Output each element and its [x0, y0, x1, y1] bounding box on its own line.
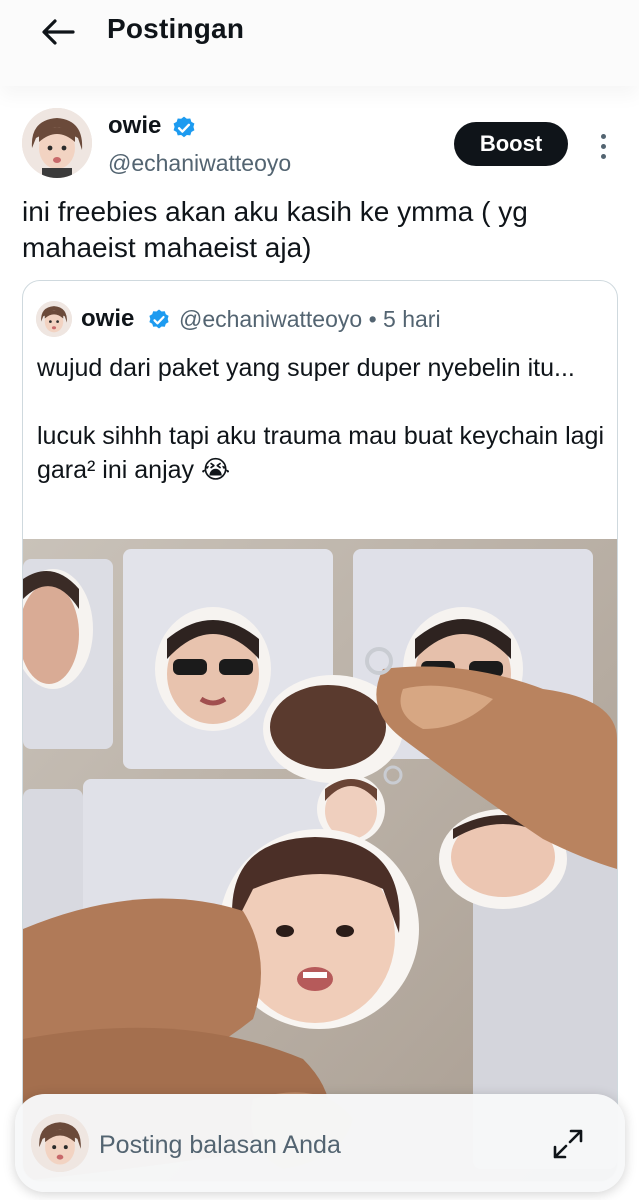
back-button[interactable] [30, 12, 86, 52]
page-title: Postingan [107, 13, 245, 44]
boost-button[interactable]: Boost [454, 122, 568, 166]
expand-composer-button[interactable] [548, 1124, 588, 1164]
expand-icon [553, 1129, 583, 1159]
quoted-author-avatar [36, 301, 72, 337]
author-name[interactable]: owie [108, 112, 161, 140]
author-avatar[interactable] [22, 108, 92, 178]
quoted-post-photo[interactable] [23, 539, 617, 1181]
meta-separator: • [368, 306, 377, 332]
verified-badge-icon [173, 116, 195, 138]
reply-input[interactable] [97, 1124, 521, 1166]
author-handle[interactable]: @echaniwatteoyo [108, 150, 291, 177]
quoted-post-card[interactable]: owie @echaniwatteoyo • 5 hari wujud dari… [22, 280, 618, 1182]
current-user-avatar [31, 1114, 89, 1172]
more-options-button[interactable] [590, 128, 616, 164]
quoted-author-meta: @echaniwatteoyo • 5 hari [179, 306, 441, 333]
reply-composer[interactable] [15, 1094, 625, 1192]
verified-badge-icon [149, 309, 169, 329]
quoted-author-handle: @echaniwatteoyo [179, 306, 363, 332]
top-app-bar: Postingan [0, 0, 639, 86]
quoted-post-text: wujud dari paket yang super duper nyebel… [37, 354, 604, 484]
quoted-author-name: owie [81, 305, 135, 332]
post-text: ini freebies akan aku kasih ke ymma ( yg… [22, 196, 528, 263]
quoted-post-time: 5 hari [383, 306, 441, 332]
more-vertical-icon [600, 133, 606, 139]
photo-icon [23, 539, 617, 1181]
arrow-left-icon [42, 19, 75, 45]
